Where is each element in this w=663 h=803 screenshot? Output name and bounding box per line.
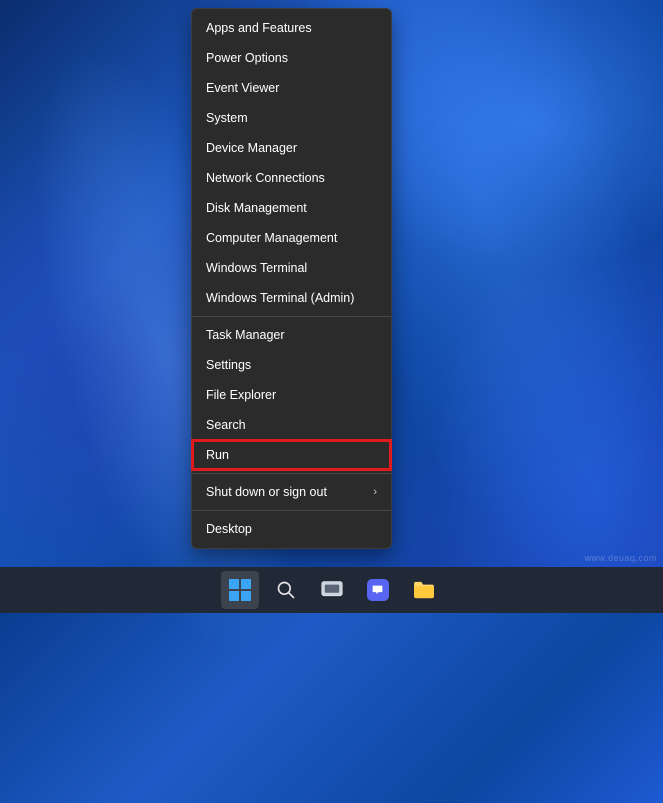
menu-label: Disk Management (206, 201, 307, 215)
menu-label: Power Options (206, 51, 288, 65)
menu-label: Windows Terminal (Admin) (206, 291, 354, 305)
menu-label: Computer Management (206, 231, 337, 245)
menu-label: Search (206, 418, 246, 432)
menu-label: Network Connections (206, 171, 325, 185)
winx-context-menu: Apps and Features Power Options Event Vi… (191, 8, 392, 549)
taskbar (0, 567, 663, 613)
folder-icon (413, 581, 435, 599)
menu-label: Windows Terminal (206, 261, 307, 275)
menu-item-power-options[interactable]: Power Options (192, 43, 391, 73)
menu-divider (192, 316, 391, 317)
menu-item-network-connections[interactable]: Network Connections (192, 163, 391, 193)
menu-label: Device Manager (206, 141, 297, 155)
chat-icon (367, 579, 389, 601)
menu-item-task-manager[interactable]: Task Manager (192, 320, 391, 350)
start-button[interactable] (221, 571, 259, 609)
menu-item-shutdown[interactable]: Shut down or sign out › (192, 477, 391, 507)
task-view-icon (321, 581, 343, 599)
menu-item-run[interactable]: Run (192, 440, 391, 470)
menu-item-file-explorer[interactable]: File Explorer (192, 380, 391, 410)
menu-item-disk-management[interactable]: Disk Management (192, 193, 391, 223)
search-icon (276, 580, 296, 600)
menu-item-computer-management[interactable]: Computer Management (192, 223, 391, 253)
windows-logo-icon (229, 579, 251, 601)
menu-item-device-manager[interactable]: Device Manager (192, 133, 391, 163)
menu-label: Task Manager (206, 328, 285, 342)
menu-item-system[interactable]: System (192, 103, 391, 133)
menu-divider (192, 473, 391, 474)
menu-item-windows-terminal[interactable]: Windows Terminal (192, 253, 391, 283)
menu-label: File Explorer (206, 388, 276, 402)
menu-item-apps-features[interactable]: Apps and Features (192, 13, 391, 43)
menu-divider (192, 510, 391, 511)
chevron-right-icon: › (373, 486, 377, 498)
menu-item-search[interactable]: Search (192, 410, 391, 440)
menu-label: Event Viewer (206, 81, 279, 95)
menu-item-windows-terminal-admin[interactable]: Windows Terminal (Admin) (192, 283, 391, 313)
menu-label: Shut down or sign out (206, 485, 327, 499)
chat-button[interactable] (359, 571, 397, 609)
search-button[interactable] (267, 571, 305, 609)
menu-label: Run (206, 448, 229, 462)
menu-label: Settings (206, 358, 251, 372)
menu-item-event-viewer[interactable]: Event Viewer (192, 73, 391, 103)
menu-item-desktop[interactable]: Desktop (192, 514, 391, 544)
task-view-button[interactable] (313, 571, 351, 609)
watermark: www.deuaq.com (584, 553, 657, 563)
menu-label: System (206, 111, 248, 125)
menu-label: Desktop (206, 522, 252, 536)
menu-label: Apps and Features (206, 21, 312, 35)
file-explorer-button[interactable] (405, 571, 443, 609)
menu-item-settings[interactable]: Settings (192, 350, 391, 380)
